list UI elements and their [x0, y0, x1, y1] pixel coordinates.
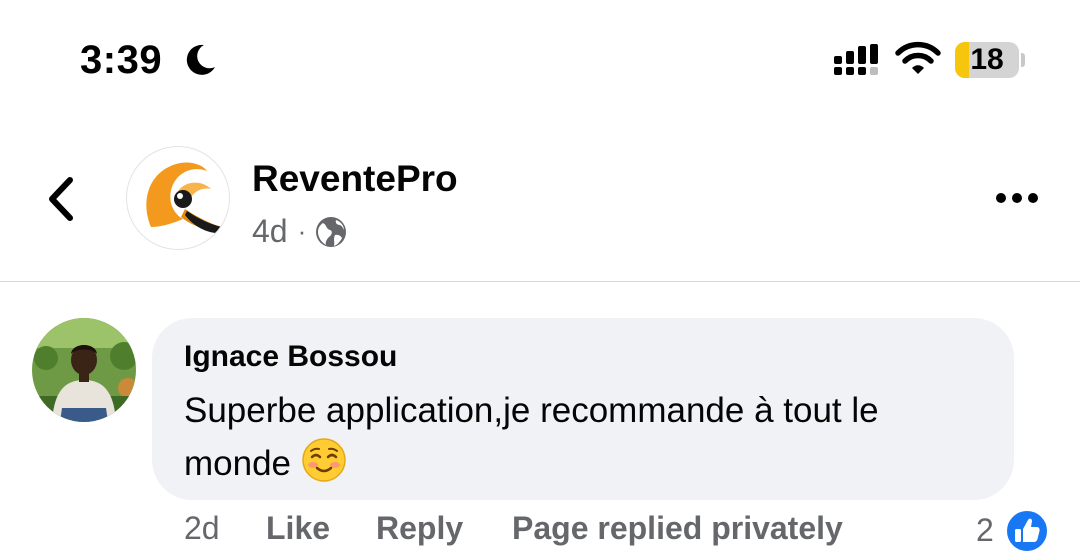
page-name[interactable]: ReventePro [252, 158, 458, 200]
like-button[interactable]: Like [266, 510, 330, 547]
more-options-button[interactable] [994, 188, 1040, 208]
meta-separator: · [297, 216, 307, 246]
moon-icon [186, 44, 215, 75]
reventepro-logo [146, 162, 223, 233]
like-reaction-icon[interactable] [1004, 508, 1050, 554]
commenter-name[interactable]: Ignace Bossou [184, 340, 397, 374]
chevron-left-icon [49, 177, 73, 221]
post-time[interactable]: 4d [252, 213, 288, 250]
more-horizontal-icon [996, 193, 1038, 203]
status-time: 3:39 [80, 38, 163, 82]
header-divider [0, 281, 1080, 282]
comment-time: 2d [184, 510, 220, 546]
screen: 3:39 18 ReventePro 4d · Ignace Bossou Su… [0, 0, 1080, 560]
post-meta: 4d · [252, 213, 348, 250]
battery-cap [1021, 53, 1025, 67]
battery-level: 18 [970, 43, 1004, 76]
wifi-icon [895, 41, 941, 74]
page-avatar[interactable] [126, 146, 230, 250]
reaction-count[interactable]: 2 [976, 512, 994, 549]
commenter-photo [32, 318, 136, 422]
reply-button[interactable]: Reply [376, 510, 463, 547]
back-button[interactable] [40, 172, 80, 226]
page-replied-status: Page replied privately [512, 510, 843, 546]
comment-text: Superbe application,je recommande à tout… [184, 384, 994, 490]
comment-body: Superbe application,je recommande à tout… [184, 391, 879, 483]
globe-icon [316, 216, 347, 247]
smiling-face-emoji [302, 438, 346, 482]
commenter-avatar[interactable] [32, 318, 136, 422]
battery-icon: 18 [955, 42, 1019, 78]
comment-actions: 2d Like Reply Page replied privately [0, 510, 1080, 554]
cellular-signal-icon [834, 44, 878, 75]
